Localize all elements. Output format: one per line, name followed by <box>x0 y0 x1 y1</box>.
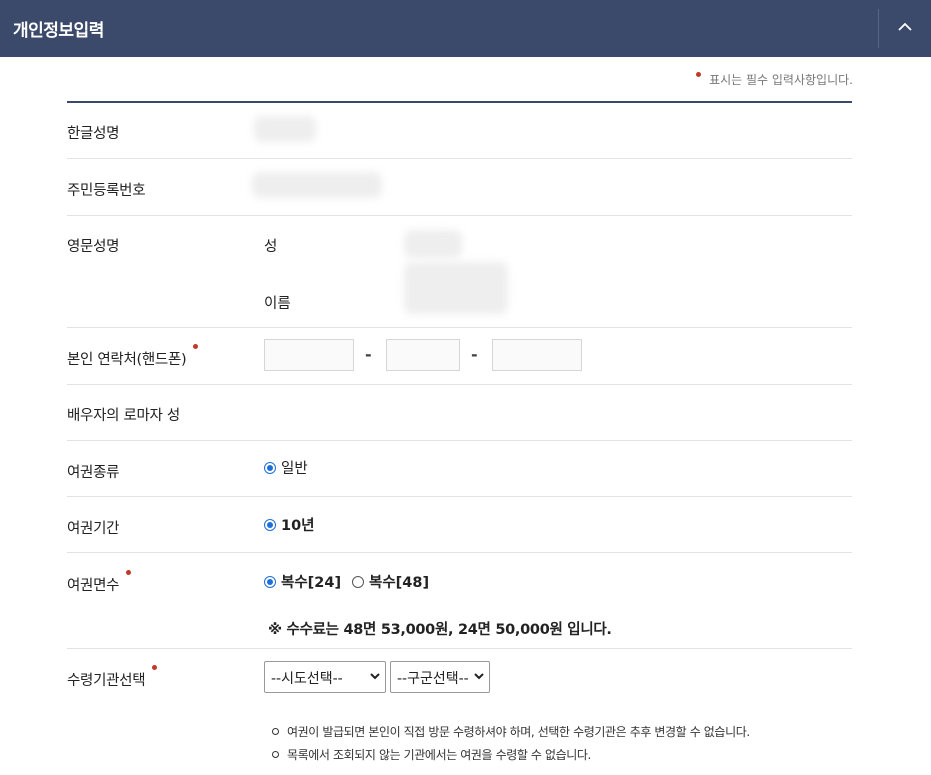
passport-type-general-radio[interactable]: 일반 <box>264 457 308 478</box>
radio-unselected-icon <box>352 575 364 588</box>
radio-selected-icon <box>264 461 276 474</box>
sido-select[interactable]: --시도선택-- <box>264 661 386 693</box>
radio-selected-icon <box>264 575 276 588</box>
row-divider <box>67 648 852 649</box>
english-name-label: 영문성명 <box>67 239 120 255</box>
row-divider <box>67 496 852 497</box>
spouse-surname-label: 배우자의 로마자 성 <box>67 408 180 424</box>
row-divider <box>67 327 852 328</box>
section-title: 개인정보입력 <box>13 21 104 41</box>
passport-period-10yr-radio[interactable]: 10년 <box>264 514 315 535</box>
surname-label: 성 <box>264 239 278 255</box>
phone-part2-input[interactable] <box>386 339 460 371</box>
phone-label: 본인 연락처(핸드폰) <box>67 344 199 369</box>
row-divider <box>67 440 852 441</box>
phone-separator: - <box>365 345 372 364</box>
korean-name-value-redacted <box>254 116 316 142</box>
surname-value-redacted <box>404 230 462 258</box>
required-dot <box>152 665 158 670</box>
form-top-border <box>67 101 852 103</box>
pickup-note: 여권이 발급되면 본인이 직접 방문 수령하셔야 하며, 선택한 수령기관은 추… <box>272 723 750 740</box>
row-divider <box>67 215 852 216</box>
resident-number-value-redacted <box>252 172 382 198</box>
required-dot <box>193 344 199 349</box>
row-divider <box>67 552 852 553</box>
given-name-label: 이름 <box>264 296 291 312</box>
row-divider <box>67 384 852 385</box>
chevron-up-icon <box>898 22 912 31</box>
phone-part3-input[interactable] <box>492 339 582 371</box>
passport-pages-label: 여권면수 <box>67 570 132 595</box>
radio-selected-icon <box>264 518 276 531</box>
gugun-select[interactable]: --구군선택-- <box>390 661 490 693</box>
required-note: 표시는 필수 입력사항입니다. <box>696 71 853 88</box>
row-divider <box>67 158 852 159</box>
fee-note: ※ 수수료는 48면 53,000원, 24면 50,000원 입니다. <box>268 622 612 638</box>
passport-type-label: 여권종류 <box>67 465 120 481</box>
pickup-agency-label: 수령기관선택 <box>67 665 158 690</box>
phone-separator: - <box>471 345 478 364</box>
passport-pages-48-radio[interactable]: 복수[48] <box>352 571 429 592</box>
chevron-down-icon <box>370 673 380 680</box>
passport-pages-24-radio[interactable]: 복수[24] <box>264 571 341 592</box>
given-name-value-redacted <box>404 262 508 314</box>
resident-number-label: 주민등록번호 <box>67 183 146 199</box>
pickup-note: 목록에서 조회되지 않는 기관에서는 여권을 수령할 수 없습니다. <box>272 746 591 763</box>
section-header: 개인정보입력 <box>0 0 931 57</box>
required-dot <box>696 72 702 77</box>
passport-period-label: 여권기간 <box>67 521 120 537</box>
korean-name-label: 한글성명 <box>67 126 120 142</box>
phone-part1-input[interactable] <box>264 339 354 371</box>
required-dot <box>126 570 132 575</box>
chevron-down-icon <box>474 673 484 680</box>
collapse-button[interactable] <box>879 0 931 57</box>
bullet-icon <box>272 751 279 758</box>
bullet-icon <box>272 728 279 735</box>
